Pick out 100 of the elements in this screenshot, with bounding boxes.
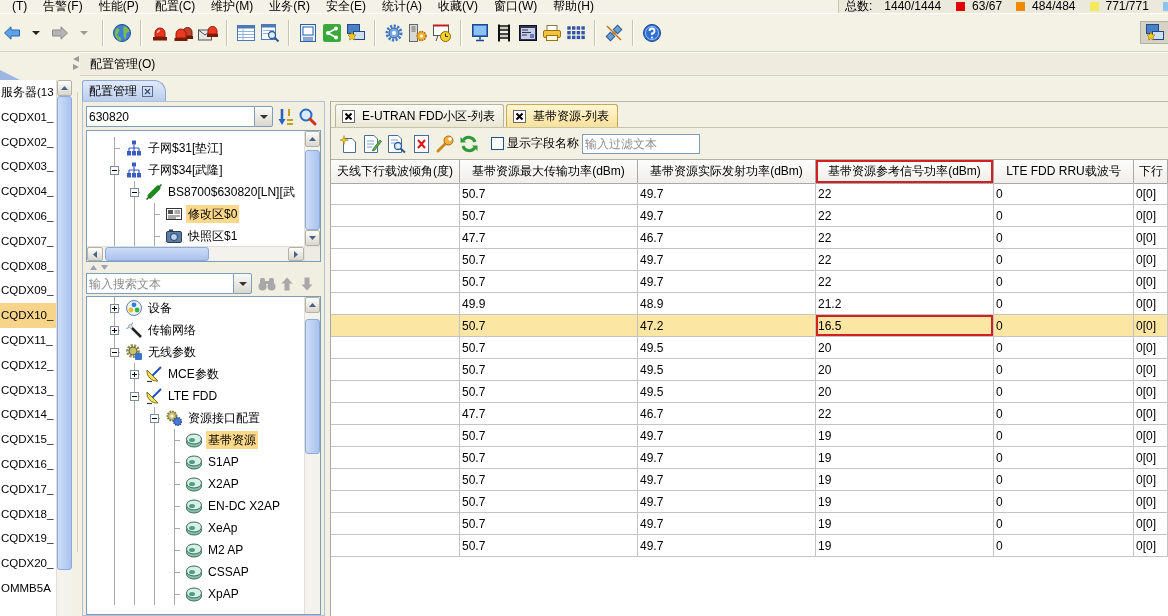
scroll-left-button[interactable] [87,247,103,261]
left-arrow-icon[interactable] [93,250,97,258]
delete-document-icon[interactable] [413,134,429,153]
table-row[interactable]: 50.7 49.5 20 0 0[0] [331,359,1168,381]
tree-item[interactable]: LTE FDD [166,387,220,405]
table-row[interactable]: 47.7 46.7 22 0 0[0] [331,403,1168,425]
perspective-button[interactable] [1140,21,1168,44]
up-arrow-icon[interactable] [309,137,316,141]
filter-field[interactable]: 输入过滤文本 [582,133,700,154]
down-arrow-icon[interactable] [309,236,316,240]
list-tab[interactable]: E-UTRAN FDD小区-列表 [335,104,505,127]
scroll-up-button[interactable] [305,297,320,313]
node-list-item[interactable]: CQDX13_ [0,377,56,403]
vertical-scrollbar[interactable] [304,297,320,614]
table-row[interactable]: 50.7 49.7 22 0 0[0] [331,271,1168,293]
tree-item[interactable]: 子网$34[武隆] [146,161,225,179]
tree-item[interactable]: S1AP [206,453,241,471]
right-arrow-icon[interactable] [294,250,298,258]
table-search-icon[interactable] [261,23,279,42]
menu-item[interactable]: 性能(P) [90,0,147,13]
search-icon[interactable] [299,107,317,126]
share-icon[interactable] [323,23,341,42]
satellite-icon[interactable] [605,23,623,42]
dropdown-button[interactable] [233,273,252,294]
menu-item[interactable]: 帮助(H) [545,0,602,13]
tree-item[interactable]: M2 AP [206,541,246,559]
table-row[interactable]: 50.7 47.2 16.5 0 0[0] [331,315,1168,337]
menu-item[interactable]: 收藏(V) [430,0,486,13]
table-row[interactable]: 50.7 49.5 20 0 0[0] [331,381,1168,403]
menu-item[interactable]: 维护(M) [203,0,262,13]
menu-item[interactable]: 业务(R) [261,0,318,13]
help-icon[interactable] [643,23,661,42]
tree-item[interactable]: CSSAP [206,563,251,581]
menu-item[interactable]: 告警(F) [35,0,91,13]
ladder-icon[interactable] [497,23,511,42]
alarm-light-icon[interactable] [152,24,168,41]
tree-item[interactable]: EN-DC X2AP [206,497,283,515]
node-list-item[interactable]: CQDX10_ [0,303,56,328]
board-clock-icon[interactable] [433,23,451,42]
table-row[interactable]: 49.9 48.9 21.2 0 0[0] [331,293,1168,315]
node-list-item[interactable]: CQDX08_ [0,253,56,279]
node-list-item[interactable]: 服务器(13 [0,80,56,105]
table-row[interactable]: 50.7 49.5 20 0 0[0] [331,337,1168,359]
menu-item[interactable]: 安全(E) [318,0,374,13]
checkbox[interactable] [491,137,504,150]
scroll-down-button[interactable] [305,230,320,246]
horizontal-scrollbar[interactable] [87,246,304,261]
list-tab[interactable]: 基带资源-列表 [506,104,619,127]
node-list-item[interactable]: CQDX14_ [0,402,56,428]
tree-item[interactable]: X2AP [206,475,241,493]
monitor-star-icon[interactable] [347,23,365,42]
alarm-envelope-icon[interactable] [198,24,218,41]
monitor-icon[interactable] [471,23,489,42]
node-list-item[interactable]: CQDX18_ [0,501,56,527]
table-row[interactable]: 50.7 49.7 19 0 0[0] [331,447,1168,469]
table-row[interactable]: 50.7 49.7 19 0 0[0] [331,469,1168,491]
table-icon[interactable] [237,24,255,41]
table-row[interactable]: 47.7 46.7 22 0 0[0] [331,227,1168,249]
menu-item[interactable]: 配置(C) [146,0,204,13]
refresh-icon[interactable] [460,134,478,153]
search-field[interactable]: 输入搜索文本 [86,273,233,294]
node-list-item[interactable]: CQDX19_ [0,526,56,552]
scrollbar-thumb[interactable] [305,319,320,454]
tree-item[interactable]: XpAP [206,585,241,603]
back-arrow-icon[interactable] [4,25,20,40]
caret-icon[interactable] [32,30,40,35]
alarm-lights-icon[interactable] [174,24,194,41]
up-arrow-icon[interactable] [61,86,68,90]
tree-item[interactable]: 快照区$1 [186,227,240,245]
minus-box-icon[interactable] [149,413,159,423]
node-list-item[interactable]: CQDX03_ [0,154,56,180]
node-list-item[interactable]: CQDX07_ [0,228,56,254]
table-row[interactable]: 50.7 49.7 19 0 0[0] [331,535,1168,557]
node-list-item[interactable]: CQDX01_ [0,104,56,130]
up-arrow-icon[interactable] [309,303,316,307]
window-icon[interactable] [519,24,537,41]
sort-icon[interactable] [278,107,294,126]
table-row[interactable]: 50.7 49.7 19 0 0[0] [331,513,1168,535]
node-list-item[interactable]: CQDX16_ [0,451,56,477]
tree-item[interactable]: 无线参数 [146,343,198,361]
table-row[interactable]: 50.7 49.7 22 0 0[0] [331,183,1168,205]
edit-document-icon[interactable] [364,134,382,153]
close-icon[interactable] [342,109,355,123]
plus-box-icon[interactable] [109,325,119,335]
scroll-up-button[interactable] [57,80,72,96]
scroll-right-button[interactable] [288,247,304,261]
minus-box-icon[interactable] [129,187,139,197]
forward-arrow-icon[interactable] [52,25,68,40]
node-list-item[interactable]: CQDX12_ [0,352,56,378]
tree-item[interactable]: 基带资源 [206,431,258,449]
vertical-scrollbar[interactable] [304,131,320,246]
panel-tab[interactable]: 配置管理 [82,80,166,101]
close-icon[interactable] [142,85,153,97]
scrollbar-thumb[interactable] [305,150,320,230]
scroll-up-button[interactable] [305,131,320,147]
tree-item[interactable]: MCE参数 [166,365,221,383]
wrench-icon[interactable] [436,134,454,153]
grid-icon[interactable] [567,25,585,40]
plus-box-icon[interactable] [129,369,139,379]
plus-box-icon[interactable] [109,303,119,313]
